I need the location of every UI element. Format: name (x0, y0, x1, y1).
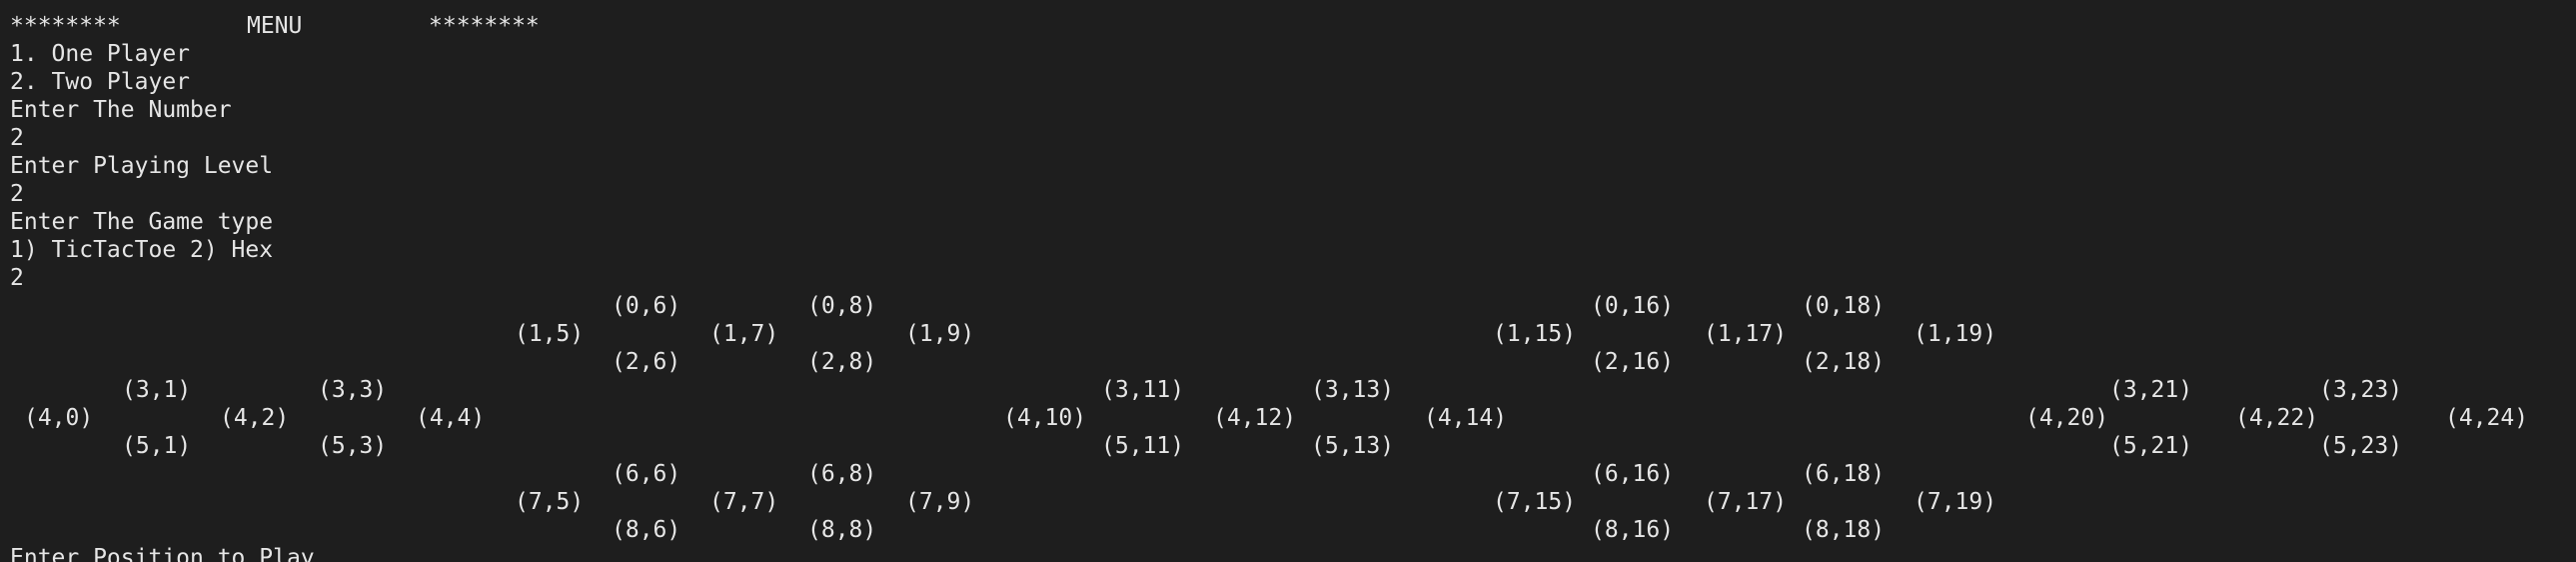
hex-cell: (2,6) (612, 349, 681, 375)
hex-cell: (6,8) (807, 461, 877, 487)
prompt-position: Enter Position to Play (10, 545, 315, 562)
hex-cell: (4,22) (2235, 405, 2319, 431)
hex-cell: (1,17) (1704, 321, 1788, 347)
hex-cell: (6,6) (612, 461, 681, 487)
hex-cell: (4,12) (1213, 405, 1297, 431)
hex-cell: (1,7) (709, 321, 779, 347)
hex-cell: (3,21) (2109, 377, 2193, 403)
menu-option-two-player: 2. Two Player (10, 69, 191, 95)
hex-cell: (4,24) (2445, 405, 2529, 431)
menu-title: MENU (247, 13, 303, 39)
hex-cell: (0,8) (807, 293, 877, 319)
hex-cell: (0,6) (612, 293, 681, 319)
game-type-options: 1) TicTacToe 2) Hex (10, 237, 274, 263)
hex-cell: (0,18) (1802, 293, 1886, 319)
hex-cell: (8,6) (612, 517, 681, 543)
hex-cell: (4,0) (24, 405, 94, 431)
menu-border-left: ******** (10, 13, 121, 39)
hex-cell: (4,2) (220, 405, 290, 431)
hex-cell: (6,18) (1802, 461, 1886, 487)
hex-cell: (5,11) (1101, 433, 1185, 459)
hex-cell: (1,9) (905, 321, 975, 347)
hex-cell: (2,8) (807, 349, 877, 375)
input-level: 2 (10, 181, 24, 207)
hex-cell: (0,16) (1591, 293, 1675, 319)
hex-cell: (2,16) (1591, 349, 1675, 375)
hex-cell: (5,21) (2109, 433, 2193, 459)
prompt-level: Enter Playing Level (10, 153, 274, 179)
hex-cell: (7,17) (1704, 489, 1788, 515)
hex-cell: (4,14) (1424, 405, 1508, 431)
hex-cell: (3,1) (122, 377, 192, 403)
hex-cell: (3,11) (1101, 377, 1185, 403)
hex-cell: (3,13) (1311, 377, 1395, 403)
menu-option-one-player: 1. One Player (10, 41, 191, 67)
hex-cell: (5,3) (318, 433, 388, 459)
hex-cell: (7,15) (1493, 489, 1577, 515)
input-number: 2 (10, 125, 24, 151)
hex-cell: (5,13) (1311, 433, 1395, 459)
hex-cell: (2,18) (1802, 349, 1886, 375)
prompt-game-type: Enter The Game type (10, 209, 274, 235)
hex-cell: (7,5) (515, 489, 585, 515)
hex-cell: (8,18) (1802, 517, 1886, 543)
hex-cell: (4,4) (416, 405, 486, 431)
menu-border-right: ******** (429, 13, 540, 39)
terminal-window: ******** MENU ******** 1. One Player 2. … (0, 0, 2576, 562)
hex-cell: (1,19) (1914, 321, 1997, 347)
hex-cell: (7,7) (709, 489, 779, 515)
prompt-number: Enter The Number (10, 97, 232, 123)
hex-cell: (3,23) (2319, 377, 2403, 403)
hex-cell: (5,1) (122, 433, 192, 459)
hex-cell: (1,5) (515, 321, 585, 347)
input-game-type: 2 (10, 265, 24, 291)
hex-cell: (7,19) (1914, 489, 1997, 515)
hex-cell: (4,10) (1003, 405, 1087, 431)
hex-cell: (3,3) (318, 377, 388, 403)
hex-cell: (4,20) (2025, 405, 2109, 431)
hex-cell: (8,8) (807, 517, 877, 543)
hex-cell: (7,9) (905, 489, 975, 515)
hex-cell: (1,15) (1493, 321, 1577, 347)
hex-cell: (6,16) (1591, 461, 1675, 487)
hex-cell: (5,23) (2319, 433, 2403, 459)
hex-cell: (8,16) (1591, 517, 1675, 543)
